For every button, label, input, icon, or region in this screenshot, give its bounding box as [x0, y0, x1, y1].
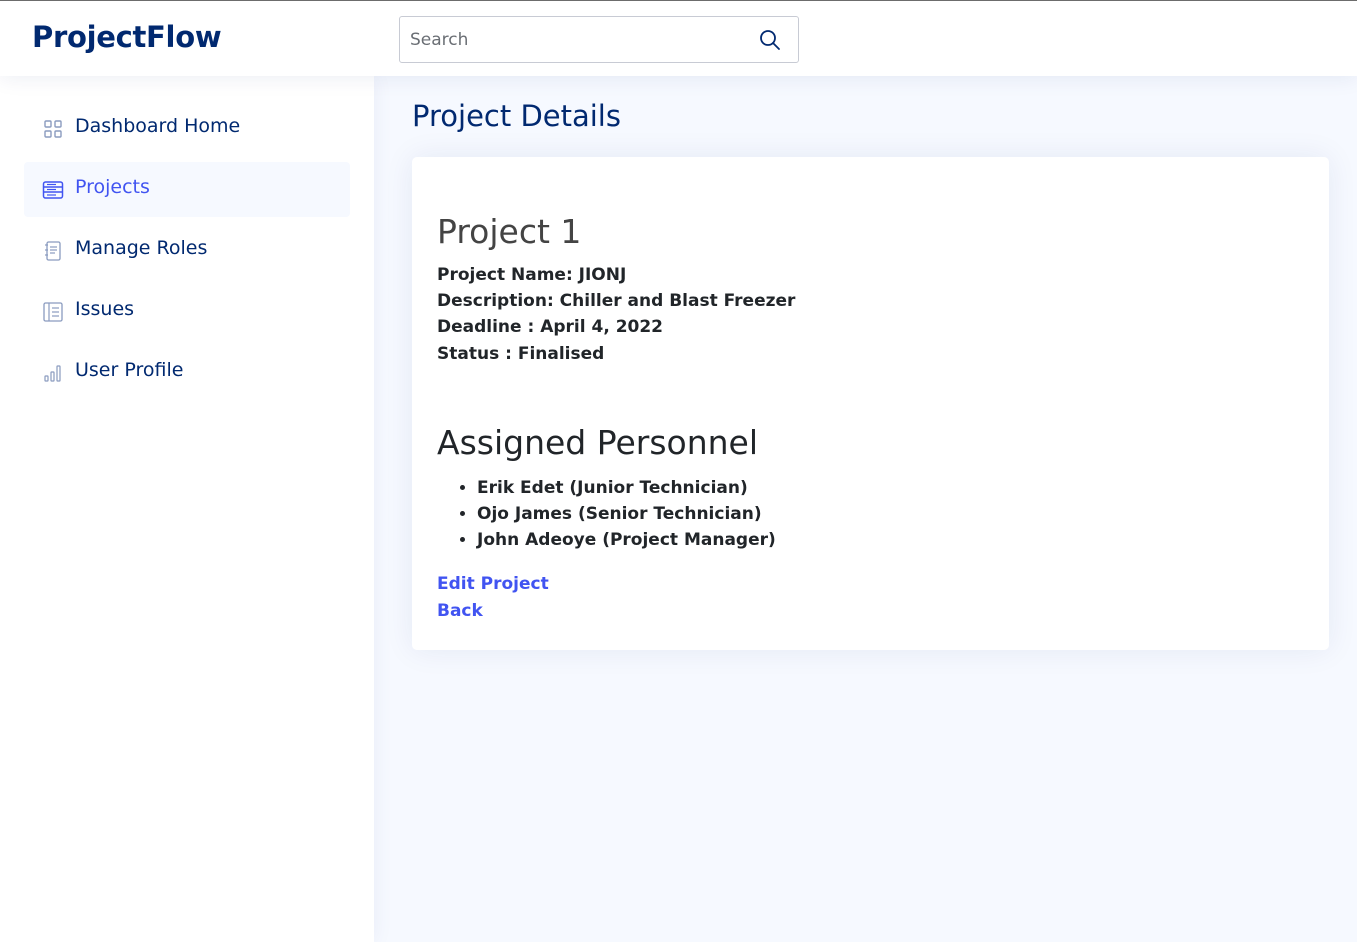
project-details-card: Project 1 Project Name: JIONJ Descriptio… — [412, 157, 1329, 650]
sidebar-item-label: Issues — [75, 298, 135, 320]
sidebar: Dashboard Home Projects Manage Roles Iss… — [0, 76, 374, 942]
list-item: Erik Edet (Junior Technician) — [477, 475, 776, 501]
search-icon — [760, 30, 780, 50]
list-item: Ojo James (Senior Technician) — [477, 501, 776, 527]
assigned-personnel-heading: Assigned Personnel — [437, 423, 759, 462]
search-button[interactable] — [756, 26, 784, 54]
sidebar-item-projects[interactable]: Projects — [24, 162, 350, 217]
search-input[interactable] — [400, 17, 740, 62]
personnel-list: Erik Edet (Junior Technician) Ojo James … — [477, 475, 776, 553]
page-title: Project Details — [412, 99, 621, 133]
sidebar-item-issues[interactable]: Issues — [24, 284, 350, 339]
layout-text-window-icon — [42, 179, 64, 201]
project-title: Project 1 — [437, 212, 582, 251]
top-header: ProjectFlow — [0, 0, 1357, 76]
sidebar-item-user-profile[interactable]: User Profile — [24, 345, 350, 400]
grid-icon — [42, 118, 64, 140]
back-link[interactable]: Back — [437, 601, 483, 621]
sidebar-item-label: Dashboard Home — [75, 115, 241, 137]
project-name: Project Name: JIONJ — [437, 265, 627, 285]
project-status: Status : Finalised — [437, 344, 605, 364]
sidebar-item-label: User Profile — [75, 359, 184, 381]
brand-logo[interactable]: ProjectFlow — [32, 20, 222, 54]
project-description: Description: Chiller and Blast Freezer — [437, 291, 796, 311]
sidebar-item-label: Manage Roles — [75, 237, 208, 259]
sidebar-item-dashboard-home[interactable]: Dashboard Home — [24, 101, 350, 156]
journal-text-icon — [42, 240, 64, 262]
sidebar-item-label: Projects — [75, 176, 150, 198]
sidebar-item-manage-roles[interactable]: Manage Roles — [24, 223, 350, 278]
layout-text-sidebar-icon — [42, 301, 64, 323]
list-item: John Adeoye (Project Manager) — [477, 527, 776, 553]
project-deadline: Deadline : April 4, 2022 — [437, 317, 664, 337]
bar-chart-icon — [42, 362, 64, 384]
edit-project-link[interactable]: Edit Project — [437, 574, 549, 594]
search-bar — [399, 16, 799, 63]
